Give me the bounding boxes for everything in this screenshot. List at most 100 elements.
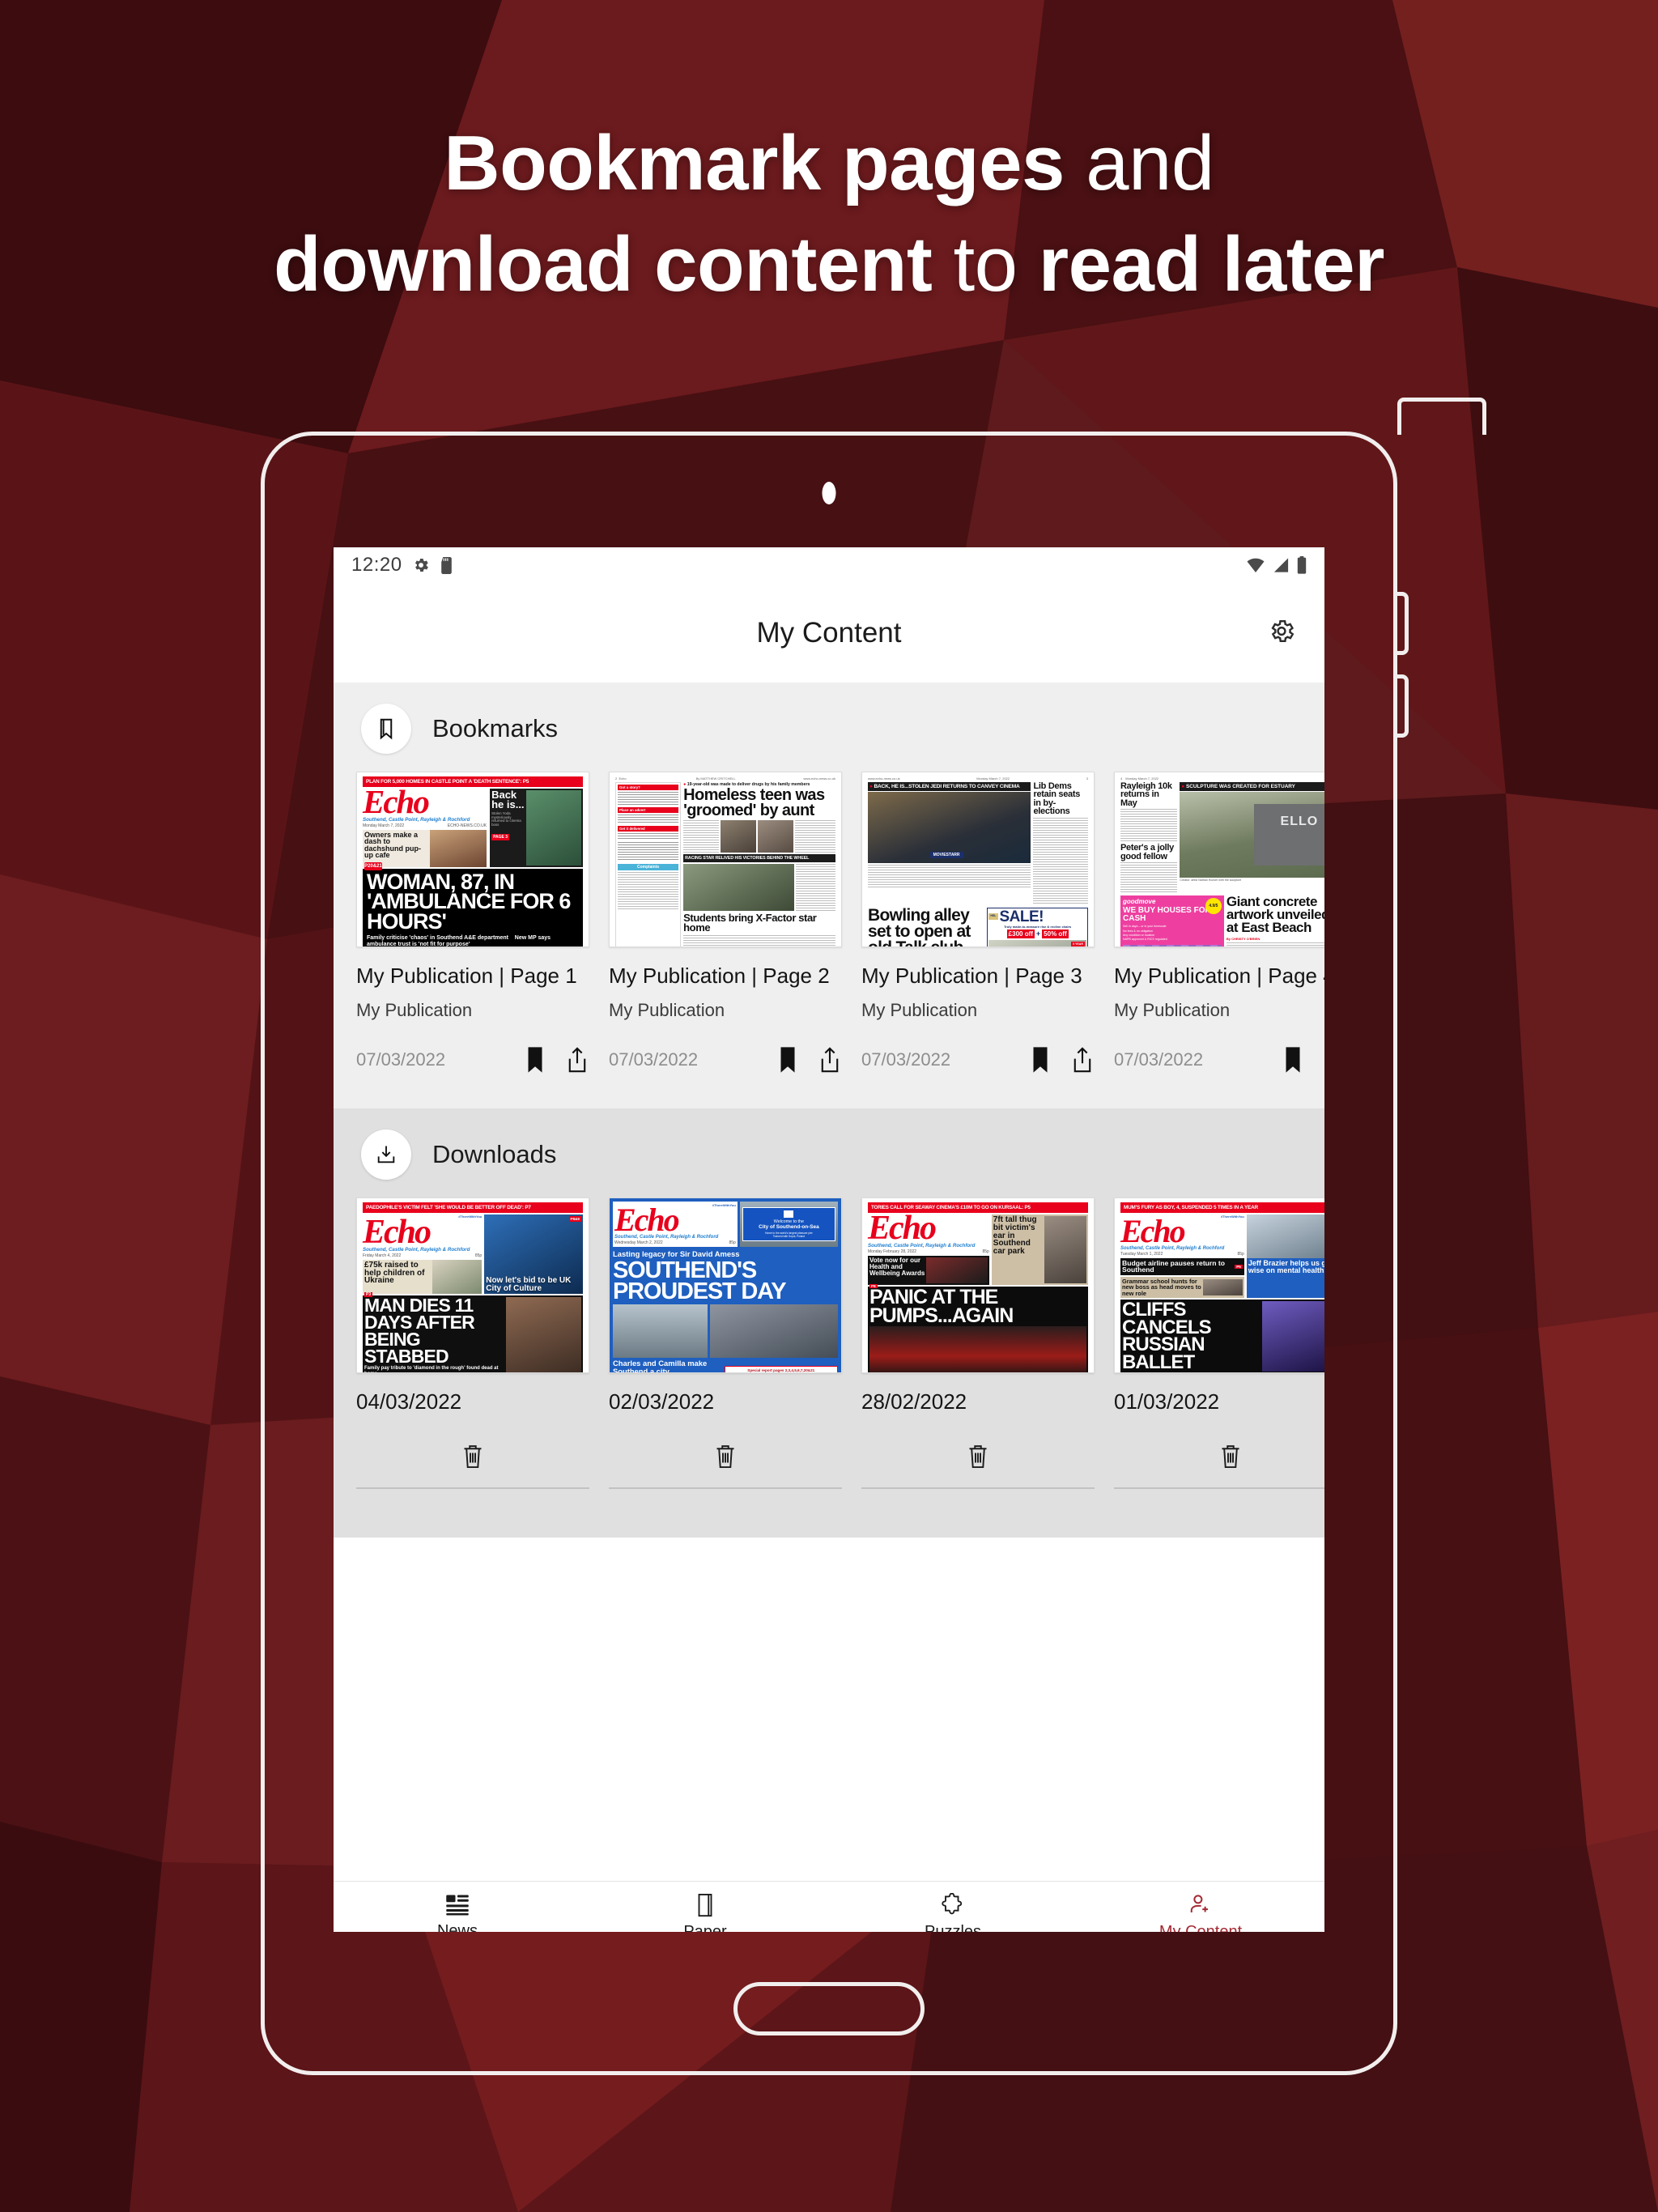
np-ad-offer-b: 50% off (1042, 929, 1069, 938)
np-advert-title: Place an advert (618, 807, 679, 813)
nav-item-news[interactable]: News (334, 1882, 581, 1932)
page-thumbnail[interactable]: PLAN FOR 5,000 HOMES IN CASTLE POINT A '… (356, 772, 589, 947)
np-teaser-left: £75k raised to help children of Ukraine (364, 1261, 425, 1286)
card-divider (1114, 1487, 1324, 1489)
trash-icon[interactable] (966, 1442, 990, 1471)
page-thumbnail[interactable]: 4 Monday March 7, 2022 Rayleigh 10k retu… (1114, 772, 1324, 947)
bookmark-filled-icon[interactable] (777, 1046, 798, 1074)
np-headline: CLIFFS CANCELS RUSSIAN BALLET (1122, 1299, 1212, 1373)
np-masthead: Echo (363, 783, 430, 820)
download-card[interactable]: MUM'S FURY AS BOY, 4, SUSPENDED 5 TIMES … (1114, 1197, 1324, 1489)
np-sub-headline: Students bring X-Factor star home (683, 912, 817, 934)
download-card[interactable]: PAEDOPHILE'S VICTIM FELT 'SHE WOULD BE B… (356, 1197, 589, 1489)
edition-cover-3: TORIES CALL FOR SEAWAY CINEMA'S £10M TO … (862, 1198, 1094, 1372)
tablet-mockup: 12:20 My Content Bookmarks PLAN FOR 5,00… (261, 398, 1486, 2075)
bookmark-card[interactable]: 2 Echo By MATTHEW CRITCHELL www.echo-new… (609, 772, 842, 1081)
home-button (733, 1982, 925, 2035)
settings-button[interactable] (1268, 617, 1295, 649)
paper-icon (698, 1893, 712, 1916)
np-teaser-a: Budget airline pauses return to Southend (1122, 1258, 1226, 1274)
np-dateline: Monday March 7, 2022 (1125, 776, 1159, 781)
download-outline-icon (377, 1146, 395, 1163)
front-camera-icon (822, 482, 836, 504)
download-date: 04/03/2022 (356, 1389, 462, 1414)
np-contact-title: Got a story? (618, 785, 679, 790)
sd-card-icon (440, 556, 452, 574)
share-icon[interactable] (818, 1046, 842, 1074)
nav-item-puzzles[interactable]: Puzzles (829, 1882, 1077, 1932)
np-photo-strip: RACING STAR RELIVED HIS VICTORIES BEHIND… (683, 854, 835, 862)
edition-thumbnail[interactable]: MUM'S FURY AS BOY, 4, SUSPENDED 5 TIMES … (1114, 1197, 1324, 1373)
trash-icon[interactable] (713, 1442, 738, 1471)
edition-cover-4: MUM'S FURY AS BOY, 4, SUSPENDED 5 TIMES … (1115, 1198, 1324, 1372)
share-icon[interactable] (565, 1046, 589, 1074)
np-pagenum: 4 (1120, 776, 1123, 781)
np-headline: Homeless teen was 'groomed' by aunt (683, 786, 825, 819)
np-teaser-left: Vote now for our Health and Wellbeing Aw… (869, 1257, 925, 1278)
page-thumbnail[interactable]: 2 Echo By MATTHEW CRITCHELL www.echo-new… (609, 772, 842, 947)
bookmark-filled-icon[interactable] (1030, 1046, 1051, 1074)
volume-down-button (1397, 674, 1409, 738)
np-delivery-title: Get it delivered (618, 826, 679, 832)
download-date: 28/02/2022 (861, 1389, 967, 1414)
edition-cover-1: PAEDOPHILE'S VICTIM FELT 'SHE WOULD BE B… (357, 1198, 589, 1372)
np-headline: WOMAN, 87, IN 'AMBULANCE FOR 6 HOURS' (363, 868, 583, 936)
edition-thumbnail[interactable]: #ThereWithYou Echo Southend, Castle Poin… (609, 1197, 842, 1373)
trash-icon[interactable] (461, 1442, 485, 1471)
nav-label-puzzles: Puzzles (924, 1922, 982, 1933)
bookmark-filled-icon[interactable] (525, 1046, 546, 1074)
np-teaser-right: Now let's bid to be UK City of Culture (486, 1275, 572, 1293)
np-top-strip: PAEDOPHILE'S VICTIM FELT 'SHE WOULD BE B… (363, 1202, 583, 1213)
download-card[interactable]: TORIES CALL FOR SEAWAY CINEMA'S £10M TO … (861, 1197, 1095, 1489)
edition-thumbnail[interactable]: TORIES CALL FOR SEAWAY CINEMA'S £10M TO … (861, 1197, 1095, 1373)
content-scroll-area[interactable]: Bookmarks PLAN FOR 5,000 HOMES IN CASTLE… (334, 683, 1324, 1881)
np-ad-title: SALE! (999, 908, 1044, 925)
trash-icon[interactable] (1218, 1442, 1243, 1471)
nav-item-paper[interactable]: Paper (581, 1882, 829, 1932)
bookmark-filled-icon[interactable] (1282, 1046, 1303, 1074)
downloads-header: Downloads (334, 1108, 1324, 1197)
np-teaser-left: Owners make a dash to dachshund pup-up c… (364, 830, 421, 860)
edition-thumbnail[interactable]: PAEDOPHILE'S VICTIM FELT 'SHE WOULD BE B… (356, 1197, 589, 1373)
bookmark-card[interactable]: 4 Monday March 7, 2022 Rayleigh 10k retu… (1114, 772, 1324, 1081)
nav-label-news: News (436, 1921, 478, 1933)
np-pagenum: 2 Echo (615, 776, 628, 781)
card-divider (861, 1487, 1095, 1489)
bookmark-card[interactable]: PLAN FOR 5,000 HOMES IN CASTLE POINT A '… (356, 772, 589, 1081)
app-bar: My Content (334, 583, 1324, 683)
np-special: Special report pages 2,3,4,5,6,7,20&21 (724, 1366, 838, 1372)
np-strapline: Southend, Castle Point, Rayleigh & Rochf… (1120, 1245, 1225, 1251)
bookmark-outline-icon (380, 718, 393, 740)
download-card[interactable]: #ThereWithYou Echo Southend, Castle Poin… (609, 1197, 842, 1489)
np-strapline: Southend, Castle Point, Rayleigh & Rochf… (614, 1234, 719, 1240)
np-teaser-right-sub: Stolen Yoda mysteriously returned to cin… (491, 810, 521, 827)
card-date: 07/03/2022 (1114, 1049, 1204, 1070)
np-masthead: Echo (363, 1214, 432, 1251)
bookmark-card[interactable]: www.echo-news.co.uk Monday March 7, 2022… (861, 772, 1095, 1081)
np-ad-points: Sell in days – or in your timescale No f… (1123, 925, 1167, 942)
puzzle-icon (942, 1892, 963, 1914)
headline-line1-bold: Bookmark pages (444, 120, 1065, 206)
download-date: 02/03/2022 (609, 1389, 715, 1414)
gear-icon (1271, 619, 1295, 642)
np-sign-d: Twinned with Sopot, Poland (772, 1234, 806, 1238)
np-strapline: Southend, Castle Point, Rayleigh & Rochf… (868, 1243, 976, 1249)
share-icon[interactable] (1323, 1046, 1324, 1074)
np-teaser-b: Grammar school hunts for new boss as hea… (1122, 1277, 1201, 1297)
nav-item-my-content[interactable]: My Content (1077, 1882, 1324, 1932)
np-price: 85p (474, 1253, 483, 1259)
battery-icon (1297, 556, 1307, 574)
np-dateline: Wednesday March 2, 2022 (614, 1240, 663, 1245)
np-teaser-right-pill: PAGE 3 (491, 834, 510, 841)
np-teaser-a-pill: P5 (1235, 1264, 1243, 1269)
share-icon[interactable] (1070, 1046, 1095, 1074)
np-ad-brand: HSL (988, 913, 998, 921)
np-price: 85p (1237, 1251, 1244, 1257)
news-layout-icon (446, 1895, 469, 1915)
np-bullets: Family criticise 'chaos' in Southend A&E… (363, 935, 583, 946)
card-title: My Publication | Page 4 (1114, 963, 1324, 988)
page-thumbnail[interactable]: www.echo-news.co.uk Monday March 7, 2022… (861, 772, 1095, 947)
np-teaser-right: Jeff Brazier helps us get wise on mental… (1248, 1258, 1324, 1274)
card-subtitle: My Publication (356, 1000, 473, 1020)
np-photo-strip: ● BACK, HE IS...STOLEN JEDI RETURNS TO C… (868, 782, 1031, 791)
